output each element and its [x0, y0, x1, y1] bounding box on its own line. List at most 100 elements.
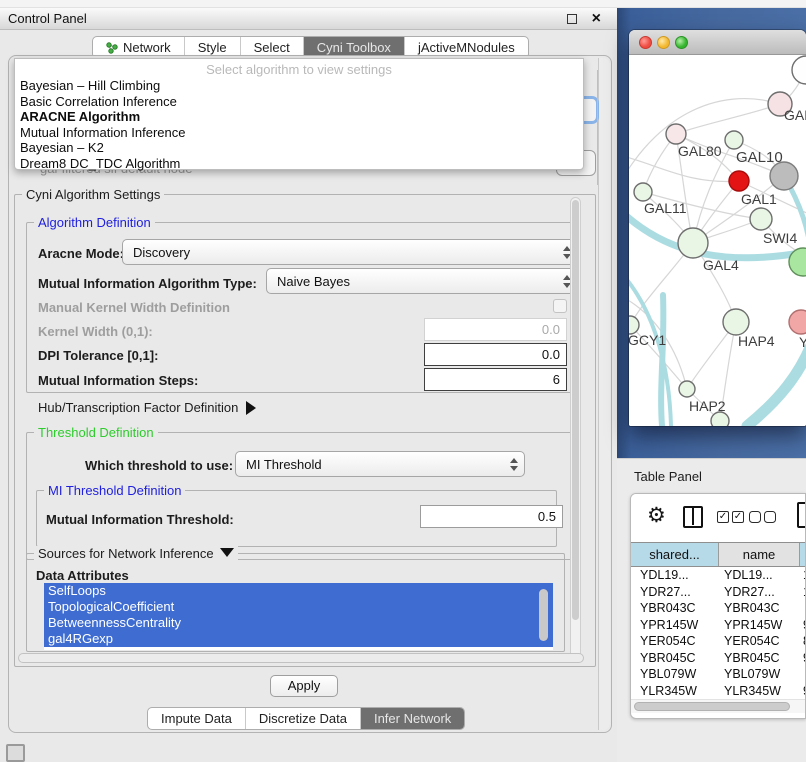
network-edge[interactable]	[676, 104, 780, 134]
table-row[interactable]: YDR27...YDR27...12	[631, 584, 806, 601]
table-cell[interactable]: YPR145W	[719, 617, 800, 634]
table-cell[interactable]: 13	[800, 567, 806, 584]
table-row[interactable]: YER054CYER054C8.	[631, 633, 806, 650]
table-cell[interactable]: 9.	[800, 650, 806, 667]
network-node[interactable]	[789, 310, 806, 334]
dpi-tolerance-field[interactable]: 0.0	[424, 343, 567, 366]
column-header-shared[interactable]: shared...	[631, 543, 719, 566]
attribute-item[interactable]: gal4RGexp	[44, 631, 553, 647]
kernel-width-label: Kernel Width (0,1):	[38, 324, 153, 339]
minimize-traffic-light-icon[interactable]	[657, 36, 670, 49]
table-cell[interactable]: YDL19...	[719, 567, 800, 584]
algorithm-option[interactable]: Bayesian – Hill Climbing	[15, 78, 583, 94]
close-traffic-light-icon[interactable]	[639, 36, 652, 49]
panel-vertical-scrollbar[interactable]	[598, 58, 610, 730]
hub-definition-toggle[interactable]: Hub/Transcription Factor Definition	[38, 400, 256, 415]
aracne-mode-select[interactable]: Discovery	[122, 239, 578, 265]
float-window-icon[interactable]	[567, 14, 577, 24]
combo-stepper-icon	[504, 458, 524, 471]
table-cell[interactable]	[800, 600, 806, 617]
gear-icon[interactable]: ⚙	[647, 503, 666, 528]
table-cell[interactable]: YLR345W	[631, 683, 719, 700]
tab-infer-network[interactable]: Infer Network	[360, 708, 464, 729]
table-cell[interactable]: YBR045C	[631, 650, 719, 667]
table-cell[interactable]: 8.	[800, 633, 806, 650]
network-node[interactable]	[729, 171, 749, 191]
minimized-panel-icon[interactable]	[6, 744, 25, 762]
settings-horizontal-scrollbar[interactable]	[18, 653, 584, 663]
network-edge[interactable]	[747, 343, 806, 426]
page-icon[interactable]	[797, 502, 806, 528]
table-cell[interactable]: YPR145W	[631, 617, 719, 634]
table-row[interactable]: YBL079WYBL079W	[631, 666, 806, 683]
table-cell[interactable]: YBL079W	[719, 666, 800, 683]
table-cell[interactable]: YDR27...	[719, 584, 800, 601]
sources-group-title[interactable]: Sources for Network Inference	[34, 546, 238, 561]
algorithm-option[interactable]: Dream8 DC_TDC Algorithm	[15, 156, 583, 172]
network-window-titlebar[interactable]	[629, 30, 806, 55]
table-cell[interactable]: 12	[800, 584, 806, 601]
table-rows: YDL19...YDL19...13YDR27...YDR27...12YBR0…	[631, 567, 806, 719]
network-node[interactable]	[711, 412, 729, 426]
manual-kernel-width-checkbox[interactable]	[553, 299, 567, 313]
table-cell[interactable]: YBR043C	[631, 600, 719, 617]
tab-discretize-data[interactable]: Discretize Data	[245, 708, 360, 729]
settings-vertical-scrollbar[interactable]	[570, 197, 581, 659]
table-cell[interactable]: YER054C	[719, 633, 800, 650]
data-attributes-list: SelfLoopsTopologicalCoefficientBetweenne…	[44, 583, 553, 650]
mi-algorithm-type-select[interactable]: Naive Bayes	[266, 268, 578, 294]
tab-impute-data[interactable]: Impute Data	[148, 708, 245, 729]
table-row[interactable]: YPR145WYPR145W9.	[631, 617, 806, 634]
close-icon[interactable]: ×	[592, 9, 601, 29]
zoom-traffic-light-icon[interactable]	[675, 36, 688, 49]
network-node[interactable]	[792, 56, 806, 84]
table-cell[interactable]: YDR27...	[631, 584, 719, 601]
network-node[interactable]	[679, 381, 695, 397]
table-cell[interactable]	[800, 666, 806, 683]
apply-button[interactable]: Apply	[270, 675, 338, 697]
table-row[interactable]: YBR043CYBR043C	[631, 600, 806, 617]
select-all-checkboxes-icon[interactable]: ✓✓	[717, 511, 744, 523]
collapse-down-icon	[220, 548, 234, 557]
network-node[interactable]	[723, 309, 749, 335]
algorithm-option[interactable]: Mutual Information Inference	[15, 125, 583, 141]
deselect-all-checkboxes-icon[interactable]	[749, 511, 776, 523]
network-canvas[interactable]: GALGAL80GAL10GAL1GAL11SWI4GAL4GCY1HAP4YH…	[629, 55, 806, 426]
table-cell[interactable]: 9.	[800, 683, 806, 700]
mi-steps-field[interactable]: 6	[424, 368, 567, 391]
table-cell[interactable]: YBL079W	[631, 666, 719, 683]
table-horizontal-scrollbar[interactable]	[631, 699, 806, 713]
attributes-scrollbar-thumb[interactable]	[539, 589, 548, 641]
algorithm-option[interactable]: Basic Correlation Inference	[15, 94, 583, 110]
network-node[interactable]	[725, 131, 743, 149]
table-cell[interactable]: YER054C	[631, 633, 719, 650]
which-threshold-select[interactable]: MI Threshold	[235, 451, 525, 477]
attribute-item[interactable]: SelfLoops	[44, 583, 553, 599]
table-cell[interactable]: YLR345W	[719, 683, 800, 700]
table-cell[interactable]: YBR045C	[719, 650, 800, 667]
table-row[interactable]: YDL19...YDL19...13	[631, 567, 806, 584]
network-node[interactable]	[750, 208, 772, 230]
network-node[interactable]	[666, 124, 686, 144]
table-cell[interactable]: YBR043C	[719, 600, 800, 617]
algorithm-option[interactable]: Bayesian – K2	[15, 140, 583, 156]
table-row[interactable]: YLR345WYLR345W9.	[631, 683, 806, 700]
table-panel-title: Table Panel	[634, 469, 702, 484]
algorithm-option[interactable]: ARACNE Algorithm	[15, 109, 583, 125]
column-header-name[interactable]: name	[719, 543, 800, 566]
split-column-icon[interactable]	[683, 506, 703, 528]
network-node[interactable]	[770, 162, 798, 190]
table-row[interactable]: YBR045CYBR045C9.	[631, 650, 806, 667]
attribute-item[interactable]: BetweennessCentrality	[44, 615, 553, 631]
network-node[interactable]	[678, 228, 708, 258]
column-header-partial[interactable]	[800, 543, 806, 566]
mi-threshold-field[interactable]: 0.5	[420, 505, 563, 528]
aracne-mode-label: Aracne Mode:	[38, 246, 124, 261]
occluded-groupbox-edge	[597, 70, 598, 185]
kernel-width-field[interactable]: 0.0	[424, 318, 567, 341]
table-cell[interactable]: YDL19...	[631, 567, 719, 584]
attribute-item[interactable]: TopologicalCoefficient	[44, 599, 553, 615]
which-threshold-label: Which threshold to use:	[85, 458, 233, 473]
table-cell[interactable]: 9.	[800, 617, 806, 634]
network-node[interactable]	[634, 183, 652, 201]
